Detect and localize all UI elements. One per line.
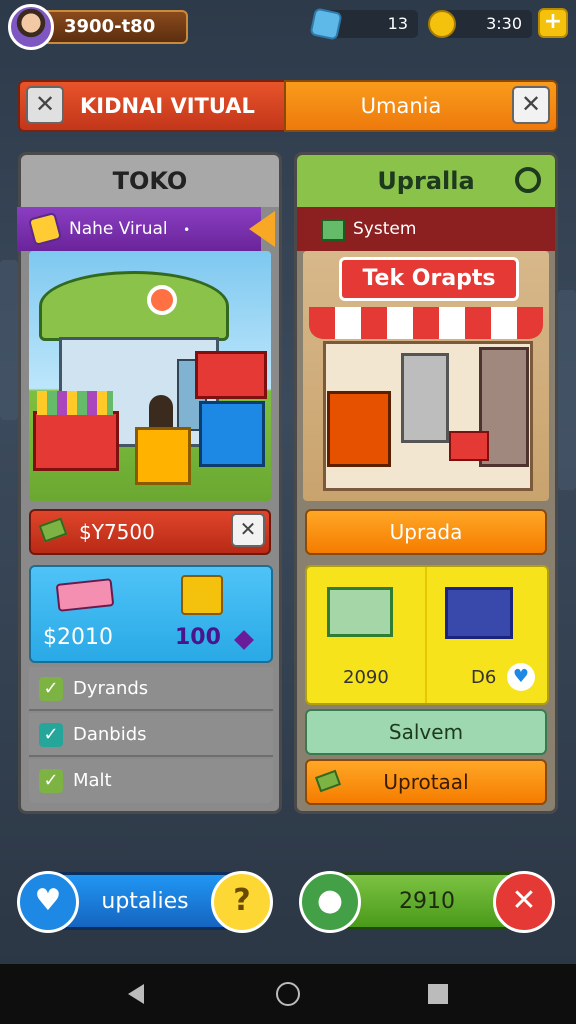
close-label: ✕: [511, 883, 537, 918]
coin-count: 3:30: [486, 14, 522, 33]
player-name: 3900-t80: [64, 16, 156, 37]
checklist-label: Danbids: [73, 724, 147, 745]
help-label: ?: [233, 883, 251, 918]
cart-value: 2090: [343, 667, 389, 688]
checkmark-icon: ✓: [39, 677, 63, 701]
cart-value: D6: [471, 667, 497, 688]
count-stat: 100: [175, 625, 221, 650]
arrow-left-icon: [249, 211, 275, 247]
checklist-label: Malt: [73, 770, 112, 791]
shop-interior-illustration: Tek Orapts: [303, 251, 549, 501]
heart-icon: ♥: [17, 871, 79, 933]
updates-label: uptalies: [101, 889, 189, 914]
toko-panel: TOKO Nahe Virual • $Y7500 ✕ $2010 100 ✓ …: [17, 152, 282, 814]
system-nav-bar: [0, 964, 576, 1024]
ribbon-label: System: [353, 219, 417, 239]
title-banner: KIDNAI VITUAL ✕ Umania ✕: [18, 80, 558, 132]
upgrade-label: Uprada: [389, 520, 463, 544]
cart-icon: [55, 578, 115, 612]
close-button[interactable]: ✕: [512, 86, 550, 124]
ribbon-label: Nahe Virual: [69, 219, 168, 239]
help-icon[interactable]: ?: [211, 871, 273, 933]
background-shelf: [558, 290, 576, 490]
store-emblem-icon: [147, 285, 177, 315]
money-stat: $2010: [43, 625, 113, 650]
close-small-icon: ✕: [34, 90, 56, 118]
basket-blue: [199, 401, 265, 467]
checklist-label: Dyrands: [73, 678, 149, 699]
shopkeeper-figure: [149, 395, 173, 427]
home-icon[interactable]: [276, 982, 300, 1006]
value-label: 2910: [399, 889, 455, 914]
banner-right-title: Umania: [360, 94, 442, 118]
blue-cart-icon: [445, 587, 513, 639]
upgrade-button[interactable]: Uprada: [305, 509, 547, 555]
basket-red: [449, 431, 489, 461]
close-icon: ✕: [520, 90, 542, 118]
close-icon[interactable]: ✕: [493, 871, 555, 933]
player-name-pill: 3900-t80: [36, 10, 188, 44]
basket-red: [33, 411, 119, 471]
shop-sign: Tek Orapts: [339, 257, 519, 301]
back-icon[interactable]: [128, 984, 144, 1004]
cart-card: 2090 D6 ♥: [305, 565, 549, 705]
awning: [309, 307, 543, 339]
coin-icon: [428, 10, 456, 38]
basket-goods: [37, 391, 113, 415]
roof-shape: [39, 271, 229, 341]
crate-red: [195, 351, 267, 399]
checkmark-icon: ✓: [39, 769, 63, 793]
recents-icon[interactable]: [428, 984, 448, 1004]
checklist-item[interactable]: ✓ Malt: [29, 759, 273, 803]
player-avatar[interactable]: [8, 4, 54, 50]
ribbon-dot: •: [183, 223, 191, 237]
upgrade2-label: Uprotaal: [383, 770, 469, 794]
save-label: Salvem: [388, 720, 464, 744]
counter-cabinet: [327, 391, 391, 467]
heart-icon[interactable]: ♥: [507, 663, 535, 691]
background-shelf: [0, 260, 18, 420]
top-bar: 3900-t80 13 3:30 +: [0, 0, 576, 56]
updates-button[interactable]: ♥ uptalies ?: [17, 871, 273, 933]
price-value: $Y7500: [79, 520, 155, 544]
stats-card: $2010 100: [29, 565, 273, 663]
box-icon: [321, 219, 345, 241]
value-button[interactable]: ● 2910 ✕: [299, 871, 555, 933]
upgrade2-button[interactable]: Uprotaal: [305, 759, 547, 805]
search-icon[interactable]: [515, 167, 541, 193]
upralla-panel: Upralla System Tek Orapts Uprada 2090 D6…: [294, 152, 558, 814]
back-button[interactable]: ✕: [26, 86, 64, 124]
checklist-item[interactable]: ✓ Danbids: [29, 713, 273, 757]
chat-icon: ●: [299, 871, 361, 933]
panel-title-text: Upralla: [377, 167, 475, 195]
gem-count: 13: [387, 14, 408, 33]
checklist-item[interactable]: ✓ Dyrands: [29, 667, 273, 711]
save-button[interactable]: Salvem: [305, 709, 547, 755]
shop-door: [401, 353, 449, 443]
trolley-icon: [181, 575, 223, 615]
panel-title: TOKO: [21, 155, 279, 207]
card-divider: [425, 567, 427, 703]
green-cart-icon: [327, 587, 393, 637]
diamond-icon: [234, 630, 254, 650]
add-currency-button[interactable]: +: [538, 8, 568, 38]
banner-left-title: KIDNAI VITUAL: [80, 94, 255, 118]
close-icon: ✕: [239, 517, 257, 541]
toko-store-illustration: [29, 251, 271, 501]
checkmark-icon: ✓: [39, 723, 63, 747]
gem-icon: [309, 7, 343, 41]
plus-icon: +: [543, 9, 563, 34]
price-close-button[interactable]: ✕: [231, 513, 265, 547]
basket-orange: [135, 427, 191, 485]
